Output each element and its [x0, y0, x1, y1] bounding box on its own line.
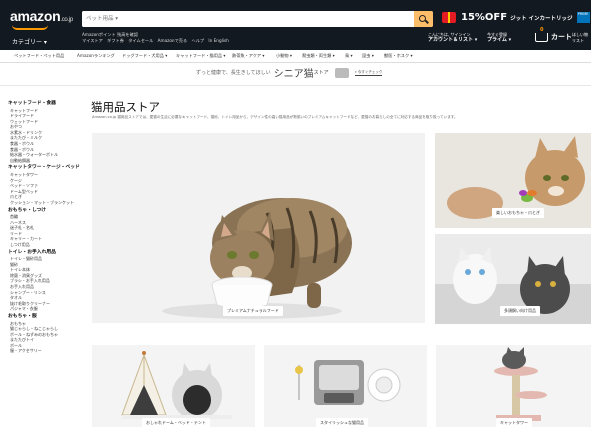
cart-count: 0	[540, 26, 544, 33]
tile-label: 楽しいおもちゃ・爪とぎ	[492, 208, 544, 218]
tile-premium-food[interactable]: プレミアムナチュラルフード	[92, 133, 425, 323]
promo-text: ジット インカートリッジ	[510, 15, 573, 22]
nav-dog[interactable]: ドッグフード・犬用品 ▾	[122, 53, 167, 59]
nav-insects[interactable]: 昆虫 ▾	[362, 53, 374, 59]
time-sale-link[interactable]: タイムセール	[128, 38, 153, 44]
tile-multi-cat[interactable]: 多頭飼い向け用品	[435, 234, 591, 324]
sidebar-item[interactable]: クッション・マット・ブランケット	[8, 200, 93, 206]
amazon-logo[interactable]: amazon.co.jp	[10, 8, 73, 24]
promo-banner[interactable]: 15%OFF ジット インカートリッジ PRIME	[442, 12, 590, 23]
nav-small-animals[interactable]: 小動物 ▾	[276, 53, 292, 59]
stylish-items-image	[295, 360, 401, 405]
top-header: amazon.co.jp カテゴリー ▾ Amazonポイント 残高を確認 マイ…	[0, 0, 591, 50]
cart-button[interactable]: 0 カート	[535, 27, 572, 42]
nav-reptiles[interactable]: 爬虫類・両生類 ▾	[302, 53, 335, 59]
nav-ranking[interactable]: Amazonランキング	[77, 53, 115, 59]
english-link[interactable]: In English	[208, 38, 228, 44]
cat-eating-image	[162, 198, 352, 319]
promo-percent: 15%OFF	[461, 12, 508, 23]
tile-label: プレミアムナチュラルフード	[223, 306, 283, 316]
senior-cat-store-banner[interactable]: ずっと健康で、長生きしてほしい シニア猫 ストア » 今すぐチェック	[196, 66, 396, 80]
sidebar-item[interactable]: 自動給餌器	[8, 158, 93, 164]
banner-suffix: ストア	[313, 70, 329, 76]
sub-nav: ペットフード・ペット用品 Amazonランキング ドッグフード・犬用品 ▾ キャ…	[0, 50, 591, 63]
my-store-link[interactable]: マイストア	[82, 38, 103, 44]
tile-cat-tower[interactable]: キャットタワー	[436, 345, 591, 427]
help-link[interactable]: ヘルプ	[192, 38, 205, 44]
wishlist-menu[interactable]: ほしい物 リスト	[572, 32, 588, 43]
sidebar-item[interactable]: 服・アクセサリー	[8, 348, 93, 354]
tile-label: キャットタワー	[496, 418, 532, 427]
prime-menu[interactable]: 今すぐ登録 プライム ▾	[487, 32, 511, 43]
dome-beds-image	[121, 351, 232, 420]
search-input[interactable]	[82, 11, 412, 27]
search-button[interactable]	[414, 11, 433, 27]
nav-aqua[interactable]: 熱帯魚・アクア ▾	[232, 53, 265, 59]
account-menu[interactable]: こんにちは, サインイン アカウント＆リスト ▾	[428, 32, 477, 43]
wishlist-label: リスト	[572, 37, 584, 43]
banner-link[interactable]: » 今すぐチェック	[354, 70, 383, 76]
sell-link[interactable]: Amazonで売る	[158, 38, 188, 44]
banner-cat-image	[334, 67, 349, 78]
banner-tagline: ずっと健康で、長生きしてほしい	[196, 70, 271, 76]
nav-cat[interactable]: キャットフード・猫用品 ▾	[176, 53, 226, 59]
tile-toys[interactable]: 楽しいおもちゃ・爪とぎ	[435, 133, 591, 228]
wishlist-small: ほしい物	[572, 32, 588, 37]
gift-card-link[interactable]: ギフト券	[107, 38, 124, 44]
cat-tower-image	[494, 347, 547, 421]
nav-vet[interactable]: 獣医・ホスク ▾	[384, 53, 413, 59]
cart-icon: 0	[535, 27, 548, 42]
nav-pet-supplies[interactable]: ペットフード・ペット用品	[14, 53, 64, 59]
banner-title: シニア猫	[273, 69, 314, 80]
account-label: アカウント＆リスト ▾	[428, 36, 478, 43]
search-bar	[82, 11, 433, 27]
sidebar-item[interactable]: パジャマ・衣服	[8, 306, 93, 312]
sidebar-item[interactable]: しつけ用品	[8, 242, 93, 248]
sidebar: キャットフード・食器 キャットフード ドライフード ウェットフード おやつ 水素…	[8, 99, 93, 354]
gift-icon	[442, 12, 456, 23]
prime-label: プライム ▾	[487, 36, 512, 43]
logo-smile-icon	[12, 25, 48, 30]
tile-label: スタイリッシュな猫用品	[316, 418, 368, 427]
category-menu-button[interactable]: カテゴリー ▾	[12, 37, 47, 46]
page-title: 猫用品ストア	[91, 100, 160, 114]
cart-label: カート	[551, 33, 572, 41]
tile-dome-beds[interactable]: おしゃれドーム・ベッド・テント	[92, 345, 255, 427]
tile-stylish-items[interactable]: スタイリッシュな猫用品	[264, 345, 427, 427]
divider	[0, 85, 591, 86]
prime-icon: PRIME	[576, 12, 590, 23]
tile-label: おしゃれドーム・ベッド・テント	[142, 418, 210, 427]
search-icon	[419, 14, 426, 22]
tile-label: 多頭飼い向け用品	[500, 306, 540, 316]
nav-birds[interactable]: 鳥 ▾	[345, 53, 353, 59]
header-sub-links: Amazonポイント 残高を確認 マイストア ギフト券 タイムセール Amazo…	[82, 32, 232, 44]
page-description: Amazon.co.jp 猫用品ストアでは、愛猫の生活に必要なキャットフード、猫…	[92, 115, 458, 119]
